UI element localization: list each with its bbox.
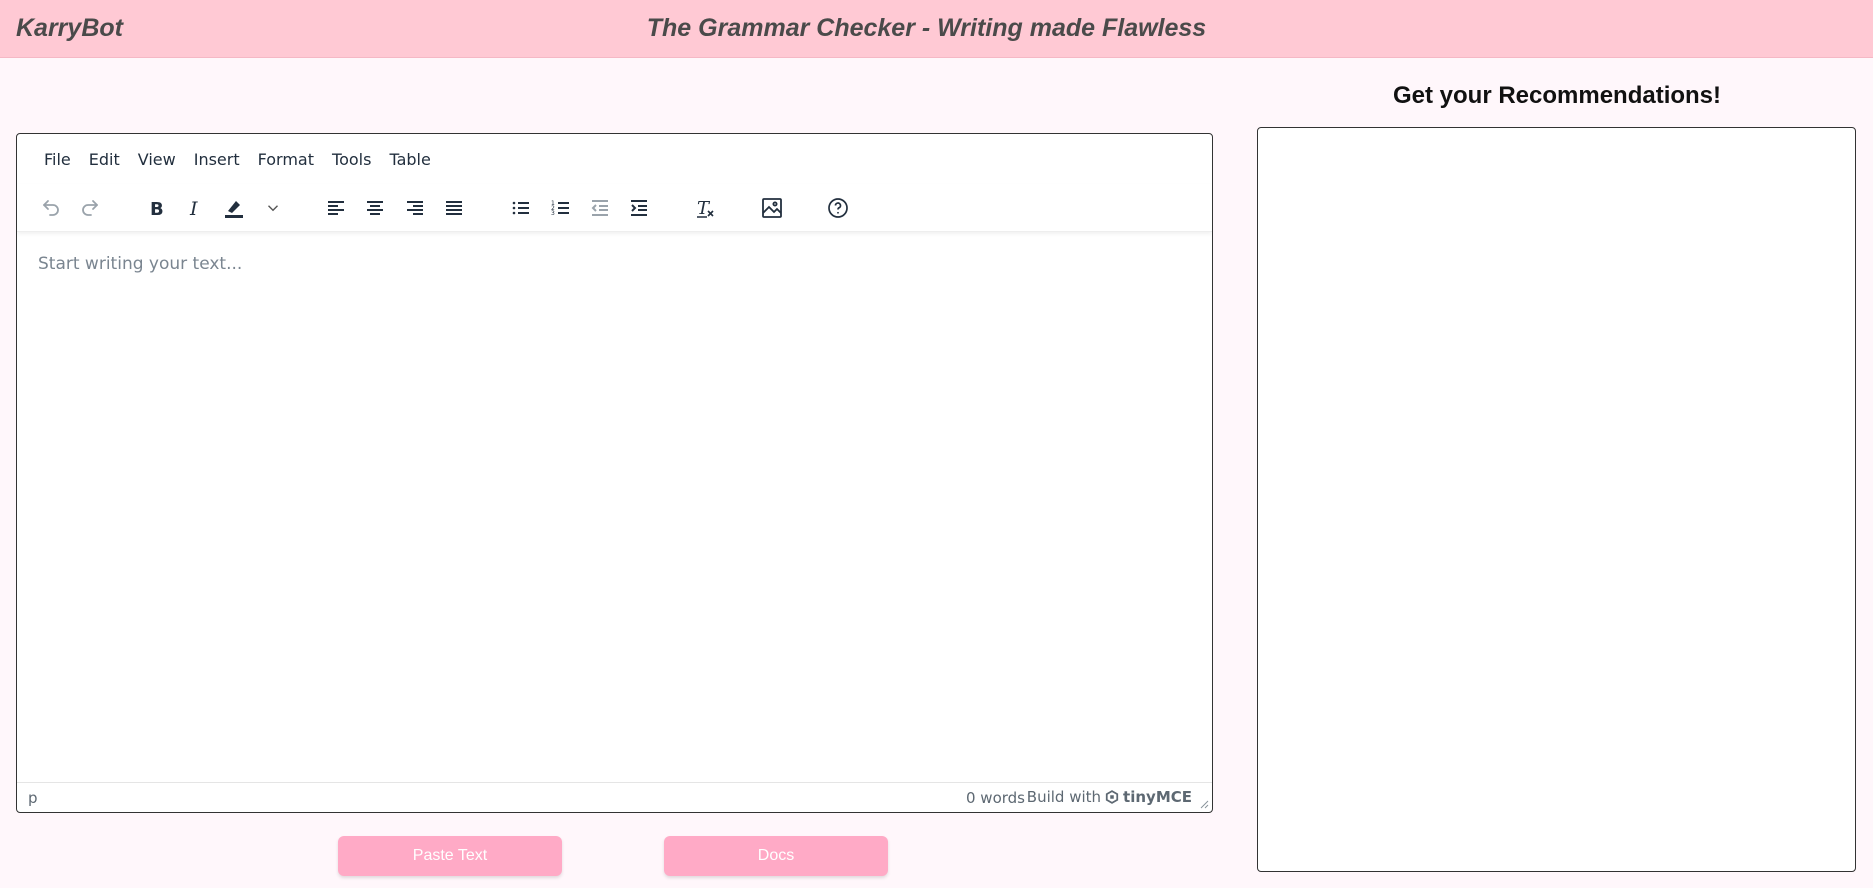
- tinymce-logo-icon: [1105, 790, 1119, 804]
- indent-button[interactable]: [622, 192, 656, 224]
- align-center-icon: [367, 201, 383, 215]
- align-center-button[interactable]: [358, 192, 392, 224]
- help-button[interactable]: [821, 192, 855, 224]
- redo-button[interactable]: [73, 192, 107, 224]
- numbered-list-button[interactable]: 123: [544, 192, 578, 224]
- highlight-dropdown[interactable]: [264, 192, 282, 224]
- menu-format[interactable]: Format: [249, 144, 323, 175]
- align-right-button[interactable]: [398, 192, 432, 224]
- word-count[interactable]: 0 words: [966, 789, 1025, 807]
- tinymce-brand: tinyMCE: [1123, 788, 1192, 806]
- menu-file[interactable]: File: [35, 144, 80, 175]
- bold-icon: B: [150, 199, 164, 220]
- undo-button[interactable]: [34, 192, 68, 224]
- menu-tools[interactable]: Tools: [323, 144, 380, 175]
- build-with-label: Build with: [1026, 788, 1102, 806]
- align-left-icon: [328, 201, 344, 215]
- align-justify-button[interactable]: [437, 192, 471, 224]
- align-right-icon: [407, 201, 423, 215]
- text-editor[interactable]: File Edit View Insert Format Tools Table…: [16, 133, 1213, 813]
- italic-button[interactable]: I: [178, 192, 212, 224]
- recommendations-panel: [1257, 127, 1856, 872]
- menu-insert[interactable]: Insert: [185, 144, 249, 175]
- outdent-button[interactable]: [583, 192, 617, 224]
- clear-format-button[interactable]: T: [688, 192, 722, 224]
- element-path[interactable]: p: [28, 789, 38, 807]
- svg-text:B: B: [150, 199, 164, 220]
- bold-button[interactable]: B: [139, 192, 173, 224]
- indent-icon: [631, 200, 647, 216]
- editor-branding[interactable]: Build with tinyMCE: [1027, 788, 1192, 806]
- redo-icon: [82, 200, 98, 216]
- image-icon: [762, 198, 782, 218]
- docs-button[interactable]: Docs: [664, 836, 888, 876]
- clear-format-icon: T: [697, 198, 714, 219]
- menu-edit[interactable]: Edit: [80, 144, 129, 175]
- numbered-list-icon: 123: [551, 200, 569, 217]
- chevron-down-icon: [268, 205, 278, 212]
- top-bar: KarryBot The Grammar Checker - Writing m…: [0, 0, 1873, 58]
- outdent-icon: [591, 200, 608, 216]
- editor-toolbar: B I 123 T: [17, 184, 1212, 232]
- svg-text:I: I: [189, 198, 198, 220]
- menu-table[interactable]: Table: [380, 144, 439, 175]
- highlight-icon: [225, 201, 243, 218]
- highlight-button[interactable]: [217, 192, 251, 224]
- help-icon: [828, 198, 848, 218]
- editor-placeholder: Start writing your text...: [38, 254, 243, 274]
- editor-statusbar: p 0 words Build with tinyMCE: [17, 782, 1212, 812]
- page-title: The Grammar Checker - Writing made Flawl…: [646, 14, 1207, 42]
- align-left-button[interactable]: [319, 192, 353, 224]
- resize-handle-icon[interactable]: [1199, 799, 1209, 809]
- undo-icon: [43, 200, 59, 216]
- paste-text-button[interactable]: Paste Text: [338, 836, 562, 876]
- bullet-list-button[interactable]: [504, 192, 538, 224]
- menu-view[interactable]: View: [129, 144, 185, 175]
- align-justify-icon: [446, 201, 462, 215]
- editor-content-area[interactable]: Start writing your text...: [17, 233, 1212, 775]
- bullet-list-icon: [512, 201, 529, 215]
- insert-image-button[interactable]: [755, 192, 789, 224]
- recommendations-title: Get your Recommendations!: [1392, 82, 1722, 109]
- svg-text:3: 3: [551, 210, 555, 217]
- italic-icon: I: [189, 198, 198, 220]
- editor-menubar: File Edit View Insert Format Tools Table: [17, 134, 1212, 184]
